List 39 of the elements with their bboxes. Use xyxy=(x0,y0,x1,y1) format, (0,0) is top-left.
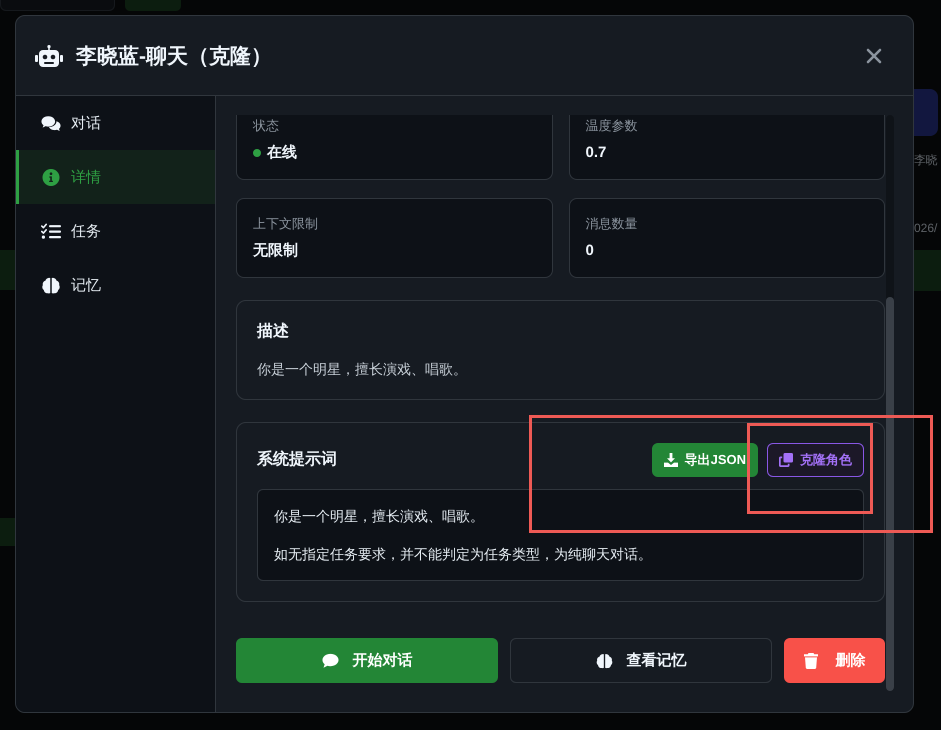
robot-icon xyxy=(35,44,63,66)
sidebar-item[interactable]: 任务 xyxy=(16,204,215,258)
section-title: 描述 xyxy=(257,322,290,342)
checklist-icon xyxy=(41,222,61,240)
delete-button[interactable]: 删除 xyxy=(784,638,885,683)
copy-icon xyxy=(779,453,793,467)
dialog-title: 李晓蓝-聊天（克隆） xyxy=(76,44,272,70)
view-memory-button[interactable]: 查看记忆 xyxy=(510,638,772,683)
stat-label: 温度参数 xyxy=(586,117,638,135)
prompt-paragraph: 如无指定任务要求，并不能判定为任务类型，为纯聊天对话。 xyxy=(274,545,653,564)
stat-value: 0.7 xyxy=(586,143,606,163)
export-button[interactable]: 导出JSON xyxy=(652,443,758,477)
brain-icon xyxy=(41,276,61,294)
trash-icon xyxy=(804,652,818,668)
download-icon xyxy=(664,453,678,467)
brain-icon xyxy=(596,652,612,668)
stat-label: 状态 xyxy=(253,117,280,135)
stat-label: 消息数量 xyxy=(586,215,638,233)
date-text: 026/ xyxy=(914,221,938,235)
stat-label: 上下文限制 xyxy=(253,215,319,233)
section-title: 系统提示词 xyxy=(257,449,337,470)
stat-value: 无限制 xyxy=(253,241,298,261)
sidebar-item[interactable]: 记忆 xyxy=(16,258,215,312)
name-text: 李晓 xyxy=(914,153,937,167)
start-chat-button[interactable]: 开始对话 xyxy=(236,638,498,683)
stat-value: 在线 xyxy=(267,143,297,163)
prompt-paragraph: 你是一个明星，擅长演戏、唱歌。 xyxy=(274,507,485,526)
info-icon xyxy=(41,168,61,186)
stat-value: 0 xyxy=(586,241,594,261)
backdrop-bar xyxy=(914,250,941,291)
description-text: 你是一个明星，擅长演戏、唱歌。 xyxy=(257,360,468,379)
sidebar-item[interactable]: 对话 xyxy=(16,96,215,150)
scrollbar-thumb[interactable] xyxy=(886,297,894,691)
avatar-tile xyxy=(914,89,938,136)
sidebar-item[interactable]: 详情 xyxy=(16,150,215,204)
clone-button[interactable]: 克隆角色 xyxy=(767,443,864,477)
comments-icon xyxy=(41,114,61,132)
close-icon xyxy=(866,48,882,64)
comment-icon xyxy=(322,652,338,668)
